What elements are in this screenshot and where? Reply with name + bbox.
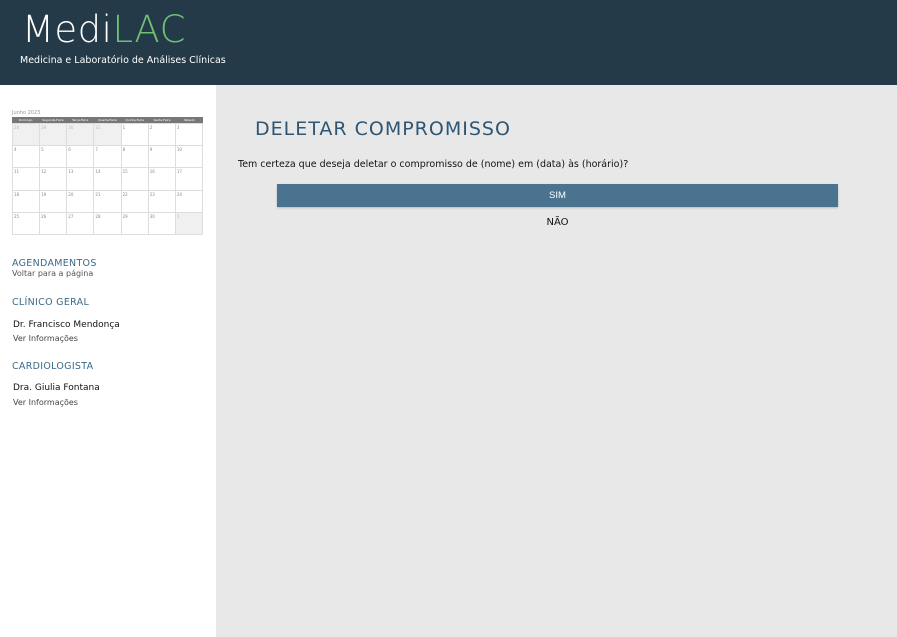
calendar-day[interactable]: 31 bbox=[94, 124, 122, 147]
calendar-day[interactable]: 25 bbox=[13, 212, 41, 235]
cardiologista-title: CARDIOLOGISTA bbox=[12, 361, 94, 372]
calendar-day[interactable]: 7 bbox=[94, 146, 122, 169]
calendar-day[interactable]: 9 bbox=[148, 146, 176, 169]
calendar-weekday: Segunda-Feira bbox=[42, 118, 64, 122]
calendar-weekday: Sábado bbox=[183, 118, 195, 122]
doctor-giulia-info-link[interactable]: Ver Informações bbox=[13, 398, 78, 407]
tagline: Medicina e Laboratório de Análises Clíni… bbox=[20, 55, 226, 66]
calendar-day[interactable]: 24 bbox=[175, 190, 203, 213]
calendar-day[interactable]: 16 bbox=[148, 168, 176, 191]
logo-medi: Medi bbox=[22, 8, 113, 51]
calendar-day[interactable]: 28 bbox=[94, 212, 122, 235]
doctor-giulia-name: Dra. Giulia Fontana bbox=[13, 383, 100, 393]
calendar-weekday: Quarta-Feira bbox=[98, 118, 117, 122]
calendar-day[interactable]: 30 bbox=[148, 212, 176, 235]
doctor-francisco-info-link[interactable]: Ver Informações bbox=[13, 334, 78, 343]
calendar-day[interactable]: 1 bbox=[175, 212, 203, 235]
calendar-weekday: Quinta-Feira bbox=[125, 118, 144, 122]
calendar-grid: 28 29 30 31 1 2 3 4 5 6 7 8 9 10 11 12 13 14 15 16 17 18 19 20 2… bbox=[12, 123, 203, 235]
calendar-day[interactable]: 10 bbox=[175, 146, 203, 169]
calendar-day[interactable]: 3 bbox=[175, 124, 203, 147]
calendar-day[interactable]: 29 bbox=[40, 124, 68, 147]
clinico-geral-title: CLÍNICO GERAL bbox=[12, 297, 90, 308]
calendar-day[interactable]: 6 bbox=[67, 146, 95, 169]
confirm-question: Tem certeza que deseja deletar o comprom… bbox=[238, 159, 629, 170]
calendar-weekdays: Domingo Segunda-Feira Terça-Feira Quarta-Fe… bbox=[12, 117, 203, 123]
calendar-day[interactable]: 30 bbox=[67, 124, 95, 147]
calendar-day[interactable]: 22 bbox=[121, 190, 149, 213]
main-content: DELETAR COMPROMISSO Tem certeza que dese… bbox=[216, 85, 897, 637]
calendar-weekday: Sexta-Feira bbox=[153, 118, 171, 122]
calendar-day[interactable]: 23 bbox=[148, 190, 176, 213]
calendar-title: Junho 2023 bbox=[12, 110, 41, 116]
calendar-day[interactable]: 1 bbox=[121, 124, 149, 147]
logo-lac: LAC bbox=[112, 8, 186, 51]
calendar-day[interactable]: 26 bbox=[40, 212, 68, 235]
calendar-footer bbox=[12, 235, 203, 240]
calendar-day[interactable]: 2 bbox=[148, 124, 176, 147]
calendar-day[interactable]: 19 bbox=[40, 190, 68, 213]
calendar-weekday: Terça-Feira bbox=[72, 118, 89, 122]
calendar: Junho 2023 Domingo Segunda-Feira Terça-Fei… bbox=[12, 110, 203, 240]
calendar-day[interactable]: 20 bbox=[67, 190, 95, 213]
calendar-day[interactable]: 4 bbox=[13, 146, 41, 169]
calendar-day[interactable]: 8 bbox=[121, 146, 149, 169]
calendar-day[interactable]: 17 bbox=[175, 168, 203, 191]
calendar-weekday: Domingo bbox=[18, 118, 33, 122]
calendar-day[interactable]: 11 bbox=[13, 168, 41, 191]
confirm-yes-button[interactable]: SIM bbox=[277, 184, 838, 207]
back-to-page-link[interactable]: Voltar para a página bbox=[12, 269, 93, 278]
calendar-day[interactable]: 29 bbox=[121, 212, 149, 235]
doctor-francisco-name: Dr. Francisco Mendonça bbox=[13, 320, 120, 330]
calendar-day[interactable]: 12 bbox=[40, 168, 68, 191]
calendar-day[interactable]: 15 bbox=[121, 168, 149, 191]
page-title: DELETAR COMPROMISSO bbox=[255, 118, 511, 140]
calendar-day[interactable]: 5 bbox=[40, 146, 68, 169]
calendar-day[interactable]: 14 bbox=[94, 168, 122, 191]
calendar-day[interactable]: 27 bbox=[67, 212, 95, 235]
logo[interactable]: MediLAC bbox=[22, 8, 186, 52]
calendar-day[interactable]: 28 bbox=[13, 124, 41, 147]
calendar-day[interactable]: 18 bbox=[13, 190, 41, 213]
calendar-day[interactable]: 21 bbox=[94, 190, 122, 213]
sidebar: Junho 2023 Domingo Segunda-Feira Terça-Fei… bbox=[0, 85, 216, 637]
app-header: MediLAC Medicina e Laboratório de Anális… bbox=[0, 0, 897, 85]
agendamentos-title[interactable]: AGENDAMENTOS bbox=[12, 258, 97, 269]
confirm-no-button[interactable]: NÃO bbox=[277, 213, 838, 233]
calendar-day[interactable]: 13 bbox=[67, 168, 95, 191]
